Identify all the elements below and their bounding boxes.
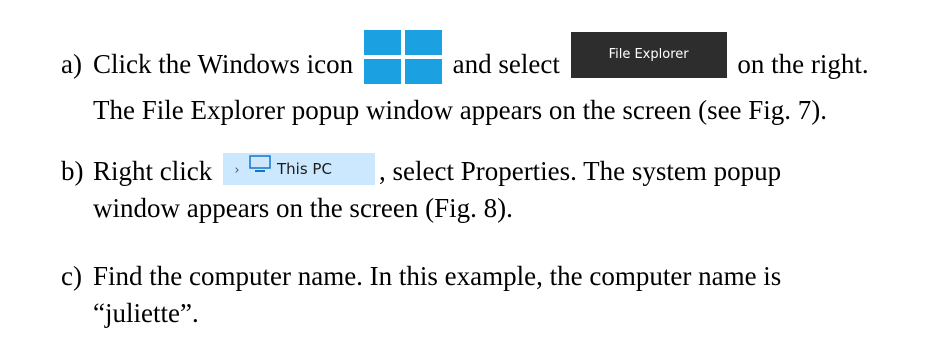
step-b-line-2: window appears on the screen (Fig. 8). [93,193,513,223]
chevron-right-icon: › [234,162,240,178]
this-pc-item[interactable]: › This PC [222,152,375,185]
monitor-icon [249,152,271,184]
step-c-text-1: Find the computer name. In this example,… [93,261,782,291]
step-c-marker: c) [61,261,82,291]
file-explorer-button[interactable]: File Explorer [570,32,727,78]
step-c: c) Find the computer name. In this exampl… [61,258,906,332]
step-a-text-3: on the right. [737,49,869,80]
step-a-line-1: a) Click the Windows icon and select File… [61,30,906,94]
step-b-marker: b) [61,156,84,186]
step-a-line-2: The File Explorer popup window appears o… [93,95,828,125]
windows-logo-icon[interactable] [363,30,442,84]
step-b-line-1: b) Right click › This PC , select Propertie… [61,152,906,190]
step-a: a) Click the Windows icon and select File… [61,30,906,129]
step-b: b) Right click › This PC , select Propertie… [61,152,906,227]
step-c-line-2: “juliette”. [93,298,199,328]
step-c-line-1: c) Find the computer name. In this exampl… [61,258,906,295]
this-pc-label: This PC [276,159,332,178]
step-b-text-1: Right click [93,156,213,186]
step-a-text-2: and select [452,49,560,80]
step-b-text-2: , select Properties. The system popup [378,156,782,186]
step-a-text-1: Click the Windows icon [93,49,354,80]
instruction-document: a) Click the Windows icon and select File… [0,0,930,347]
step-a-marker: a) [61,49,82,80]
